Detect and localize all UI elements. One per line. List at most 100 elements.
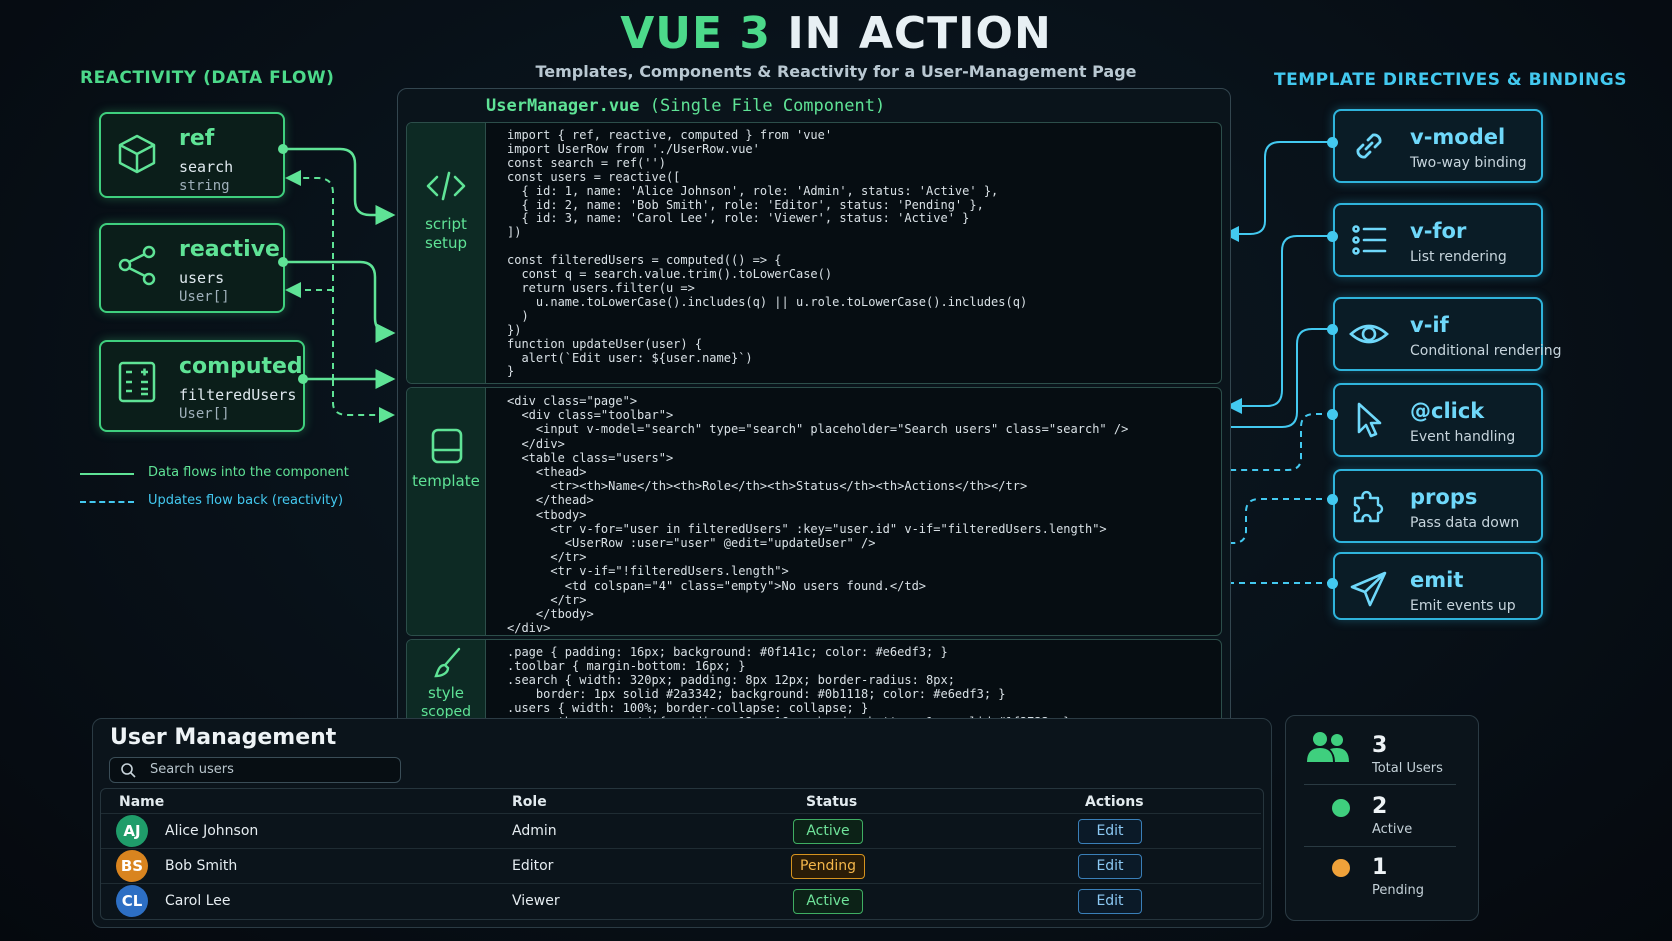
column-header-name: Name (119, 794, 165, 810)
edit-button[interactable]: Edit (1078, 889, 1142, 914)
puzzle-icon (1353, 490, 1384, 523)
search-placeholder: Search users (150, 762, 234, 777)
pending-count: 1 (1372, 855, 1388, 880)
edit-button[interactable]: Edit (1078, 854, 1142, 879)
click-card-title: @click (1410, 399, 1485, 423)
props-card[interactable]: props Pass data down (1333, 469, 1543, 543)
brush-icon (434, 647, 461, 678)
search-input[interactable]: Search users (109, 757, 401, 783)
active-label: Active (1372, 822, 1413, 837)
v-if-card-title: v-if (1410, 313, 1449, 337)
script-label-text-2: setup (425, 234, 467, 252)
user-name: Bob Smith (165, 858, 238, 874)
cube-icon (118, 134, 156, 174)
avatar: AJ (116, 815, 148, 847)
template-label-text: template (412, 472, 480, 490)
props-card-title: props (1410, 485, 1478, 509)
script-block: script setup import { ref, reactive, com… (406, 122, 1222, 384)
emit-card-title: emit (1410, 568, 1464, 592)
script-code: import { ref, reactive, computed } from … (507, 128, 1028, 379)
status-badge: Active (793, 819, 863, 844)
eye-icon (1349, 324, 1389, 344)
reactivity-section-title: REACTIVITY (DATA FLOW) (80, 68, 335, 88)
v-model-connector-dot (1327, 137, 1338, 148)
reactive-card-type: User[] (179, 289, 230, 305)
calculator-icon (118, 361, 156, 403)
reactive-card-title: reactive (179, 237, 280, 262)
reactive-connector-dot (278, 257, 288, 267)
total-users-count: 3 (1372, 733, 1388, 758)
computed-card-title: computed (179, 354, 303, 379)
orange-dot-icon (1332, 859, 1350, 877)
user-role: Editor (512, 858, 554, 874)
click-card[interactable]: @click Event handling (1333, 383, 1543, 457)
props-card-desc: Pass data down (1410, 515, 1520, 531)
column-header-role: Role (512, 794, 547, 810)
script-label: script setup (407, 123, 486, 383)
ref-connector-dot (278, 144, 288, 154)
legend-solid-label: Data flows into the component (148, 465, 349, 480)
reactive-card-var: users (179, 269, 225, 287)
page-title: VUE 3 IN ACTION (620, 8, 1052, 59)
edit-button[interactable]: Edit (1078, 819, 1142, 844)
script-label-text: script (425, 215, 467, 233)
directives-section-title: TEMPLATE DIRECTIVES & BINDINGS (1274, 70, 1627, 90)
avatar: CL (116, 885, 148, 917)
user-name: Alice Johnson (165, 823, 259, 839)
column-header-actions: Actions (1085, 794, 1144, 810)
user-role: Admin (512, 823, 557, 839)
column-header-status: Status (806, 794, 858, 810)
user-role: Viewer (512, 893, 560, 909)
props-connector-dot (1327, 494, 1338, 505)
style-label-text: style (428, 684, 464, 702)
code-brackets-icon (426, 171, 466, 201)
stats-divider (1304, 784, 1456, 785)
v-for-connector-dot (1327, 231, 1338, 242)
stats-divider (1304, 846, 1456, 847)
v-for-card-desc: List rendering (1410, 249, 1507, 265)
total-users-label: Total Users (1372, 761, 1443, 776)
send-icon (1350, 571, 1387, 607)
reactive-card[interactable]: reactive users User[] (99, 223, 285, 313)
computed-connector-dot (298, 374, 308, 384)
status-badge: Active (793, 889, 863, 914)
ref-card[interactable]: ref search string (99, 112, 285, 198)
template-label: template (407, 388, 486, 635)
ref-card-var: search (179, 158, 234, 176)
window-icon (431, 428, 463, 464)
pending-label: Pending (1372, 883, 1424, 898)
v-if-connector-dot (1327, 324, 1338, 335)
v-model-card-title: v-model (1410, 125, 1506, 149)
ref-card-title: ref (179, 126, 215, 151)
legend-solid-line (80, 473, 134, 475)
search-icon (121, 763, 136, 778)
cursor-icon (1357, 402, 1382, 438)
user-management-title: User Management (110, 725, 337, 750)
status-badge: Pending (791, 854, 865, 879)
sfc-title: UserManager.vue (Single File Component) (486, 96, 885, 116)
v-for-card[interactable]: v-for List rendering (1333, 203, 1543, 277)
v-model-card-desc: Two-way binding (1410, 155, 1527, 171)
computed-card[interactable]: computed filteredUsers User[] (99, 340, 305, 432)
computed-card-var: filteredUsers (179, 386, 297, 404)
v-for-card-title: v-for (1410, 219, 1467, 243)
template-code: <div class="page"> <div class="toolbar">… (507, 394, 1129, 636)
green-dot-icon (1332, 799, 1350, 817)
list-icon (1352, 225, 1387, 255)
v-if-card[interactable]: v-if Conditional rendering (1333, 297, 1562, 371)
v-if-card-desc: Conditional rendering (1410, 343, 1562, 359)
emit-connector-dot (1327, 578, 1338, 589)
avatar: BS (116, 850, 148, 882)
share-nodes-icon (118, 245, 156, 286)
ref-card-type: string (179, 178, 230, 194)
sfc-filetype: (Single File Component) (649, 96, 886, 116)
computed-card-type: User[] (179, 406, 230, 422)
emit-card[interactable]: emit Emit events up (1333, 552, 1543, 620)
legend-dashed-label: Updates flow back (reactivity) (148, 493, 344, 508)
user-name: Carol Lee (165, 893, 231, 909)
link-icon (1356, 133, 1382, 159)
active-count: 2 (1372, 794, 1388, 819)
users-icon (1307, 732, 1349, 762)
template-block: template <div class="page"> <div class="… (406, 387, 1222, 636)
v-model-card[interactable]: v-model Two-way binding (1333, 109, 1543, 183)
